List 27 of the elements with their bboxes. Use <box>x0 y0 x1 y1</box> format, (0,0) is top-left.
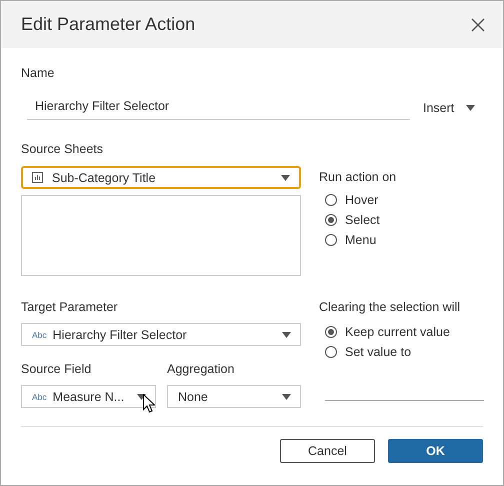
field-label: Target Parameter <box>21 300 119 314</box>
radio-option[interactable]: Menu <box>325 232 483 247</box>
radio-option[interactable]: Keep current value <box>325 324 484 339</box>
field-dropdown[interactable]: Abc Measure N... <box>21 385 156 408</box>
mouse-cursor-icon <box>143 394 155 413</box>
sheet-dropdown[interactable]: Sub-Category Title <box>21 166 301 189</box>
field-label: Source Sheets <box>21 142 104 156</box>
caret-icon <box>282 332 291 338</box>
caret-icon <box>282 394 291 400</box>
close-icon[interactable] <box>471 18 485 32</box>
cancel-button[interactable]: Cancel <box>280 439 375 463</box>
insert-menu[interactable]: Insert <box>423 100 454 114</box>
radio-option[interactable]: Hover <box>325 192 483 207</box>
ok-button[interactable]: OK <box>388 439 483 463</box>
window-title: Edit Parameter Action <box>21 14 196 35</box>
field-label: Source Field <box>21 362 92 376</box>
caret-icon <box>281 174 290 180</box>
aggregation-dropdown[interactable]: None <box>167 385 301 408</box>
caret-icon[interactable] <box>466 104 476 110</box>
bar-chart-icon <box>32 172 43 183</box>
field-label: Aggregation <box>167 362 236 376</box>
radio-option[interactable]: Set value to <box>325 344 484 359</box>
group-label: Run action on <box>319 170 398 184</box>
field-label: Name <box>21 66 56 80</box>
group-label: Clearing the selection will <box>319 300 462 314</box>
parameter-dropdown[interactable]: Abc Hierarchy Filter Selector <box>21 323 301 346</box>
radio-option[interactable]: Select <box>325 212 483 227</box>
